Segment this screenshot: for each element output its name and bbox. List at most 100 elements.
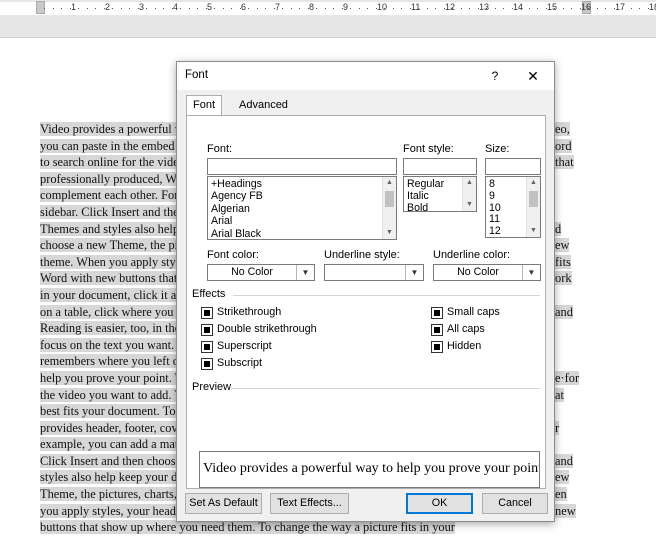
checkbox-box[interactable] bbox=[431, 307, 443, 319]
list-item[interactable]: 9 bbox=[489, 190, 495, 202]
subscript-label: Subscript bbox=[217, 357, 263, 369]
scroll-up-icon[interactable]: ▲ bbox=[463, 177, 476, 189]
document-fragment-text: en bbox=[555, 487, 567, 502]
ruler-dot bbox=[393, 8, 394, 9]
document-line-fragment[interactable]: d bbox=[555, 221, 605, 238]
scroll-down-icon[interactable]: ▼ bbox=[383, 227, 396, 239]
document-line-fragment[interactable]: ew bbox=[555, 237, 605, 254]
document-line-fragment[interactable] bbox=[555, 519, 605, 536]
dialog-titlebar[interactable]: Font ? ✕ bbox=[177, 62, 554, 90]
list-item[interactable]: 10 bbox=[489, 202, 501, 214]
document-line-fragment[interactable]: new bbox=[555, 503, 605, 520]
ruler-dot bbox=[359, 8, 360, 9]
preview-text: Video provides a powerful way to help yo… bbox=[203, 461, 540, 476]
scroll-down-icon[interactable]: ▼ bbox=[463, 199, 476, 211]
font-style-list[interactable]: RegularItalicBoldBold Italic ▲ ▼ bbox=[403, 176, 477, 212]
font-color-dropdown[interactable]: No Color ▼ bbox=[207, 264, 315, 281]
document-line-fragment[interactable] bbox=[555, 337, 605, 354]
document-line-fragment[interactable]: at bbox=[555, 387, 605, 404]
font-list[interactable]: +Headings Agency FB Algerian Arial Arial Bla… bbox=[207, 176, 397, 240]
checkbox-box[interactable] bbox=[431, 341, 443, 353]
document-line-fragment[interactable]: r bbox=[555, 420, 605, 437]
font-list-scrollbar[interactable]: ▲ ▼ bbox=[382, 177, 396, 239]
document-line-fragment[interactable] bbox=[555, 171, 605, 188]
scroll-up-icon[interactable]: ▲ bbox=[527, 177, 540, 189]
size-list-scrollbar[interactable]: ▲ ▼ bbox=[526, 177, 540, 237]
list-item[interactable]: Italic bbox=[407, 190, 429, 202]
document-line-fragment[interactable] bbox=[555, 287, 605, 304]
document-line-fragment[interactable]: ord bbox=[555, 138, 605, 155]
ok-button[interactable]: OK bbox=[406, 493, 473, 514]
effects-label: Effects bbox=[192, 288, 226, 300]
list-item[interactable]: Bold bbox=[407, 202, 428, 211]
scroll-thumb[interactable] bbox=[385, 191, 394, 207]
document-line-fragment[interactable]: eo, bbox=[555, 121, 605, 138]
tab-font[interactable]: Font bbox=[186, 95, 223, 116]
cancel-button[interactable]: Cancel bbox=[482, 493, 548, 514]
checkbox-box[interactable] bbox=[201, 307, 213, 319]
ruler-dot bbox=[486, 8, 487, 9]
underline-color-dropdown[interactable]: No Color ▼ bbox=[433, 264, 541, 281]
scroll-thumb[interactable] bbox=[529, 191, 538, 207]
help-button[interactable]: ? bbox=[485, 66, 505, 86]
document-line-fragment[interactable] bbox=[555, 403, 605, 420]
list-item[interactable]: 11 bbox=[489, 213, 500, 225]
small-caps-label: Small caps bbox=[447, 306, 500, 318]
ruler-dot bbox=[121, 8, 122, 9]
ruler[interactable]: 123456789101112131415161718 bbox=[0, 0, 656, 38]
document-line-fragment[interactable] bbox=[555, 436, 605, 453]
scroll-down-icon[interactable]: ▼ bbox=[527, 225, 540, 237]
list-item[interactable]: 12 bbox=[489, 225, 501, 237]
close-icon[interactable]: ✕ bbox=[522, 66, 544, 86]
list-item[interactable]: Arial Black bbox=[211, 228, 261, 239]
tab-advanced[interactable]: Advanced bbox=[233, 96, 294, 115]
text-effects-button[interactable]: Text Effects... bbox=[270, 493, 349, 514]
size-list[interactable]: 8 9 10 11 12 ▲ ▼ bbox=[485, 176, 541, 238]
document-line-fragment[interactable]: fits bbox=[555, 254, 605, 271]
tab-font-label: Font bbox=[193, 99, 216, 111]
document-line-fragment[interactable]: en bbox=[555, 486, 605, 503]
ruler-dot bbox=[70, 8, 71, 9]
ruler-dot bbox=[95, 8, 96, 9]
list-item[interactable]: Arial bbox=[211, 215, 232, 227]
document-line-fragment[interactable] bbox=[555, 204, 605, 221]
checkbox-box[interactable] bbox=[201, 324, 213, 336]
ruler-dot bbox=[316, 8, 317, 9]
document-line-fragment[interactable] bbox=[555, 353, 605, 370]
size-input[interactable] bbox=[485, 158, 541, 175]
list-item[interactable]: 8 bbox=[489, 178, 495, 190]
checkbox-indeterminate-mark bbox=[204, 344, 210, 350]
list-item[interactable]: Regular bbox=[407, 178, 444, 190]
ruler-strip bbox=[0, 2, 656, 15]
ruler-dot bbox=[580, 8, 581, 9]
superscript-label: Superscript bbox=[217, 340, 272, 352]
document-line-fragment[interactable]: ew bbox=[555, 469, 605, 486]
checkbox-box[interactable] bbox=[201, 358, 213, 370]
document-line-fragment[interactable] bbox=[555, 320, 605, 337]
ruler-dot bbox=[520, 8, 521, 9]
document-fragment-text: ord bbox=[555, 138, 572, 153]
list-item[interactable]: Algerian bbox=[211, 203, 250, 215]
ruler-dot bbox=[231, 8, 232, 9]
document-line-fragment[interactable]: ork bbox=[555, 270, 605, 287]
ruler-number: 4 bbox=[173, 2, 179, 12]
font-style-label: Font style: bbox=[403, 143, 454, 155]
list-item[interactable]: Agency FB bbox=[211, 190, 263, 202]
font-style-input[interactable] bbox=[403, 158, 477, 175]
set-as-default-button[interactable]: Set As Default bbox=[185, 493, 262, 514]
document-line-fragment[interactable]: e·for bbox=[555, 370, 605, 387]
font-input[interactable] bbox=[207, 158, 397, 175]
checkbox-box[interactable] bbox=[201, 341, 213, 353]
document-line-fragment[interactable]: that bbox=[555, 154, 605, 171]
list-item[interactable]: +Headings bbox=[211, 178, 262, 190]
document-line-fragment[interactable]: and bbox=[555, 453, 605, 470]
document-line-fragment[interactable] bbox=[555, 187, 605, 204]
scroll-up-icon[interactable]: ▲ bbox=[383, 177, 396, 189]
underline-style-dropdown[interactable]: ▼ bbox=[324, 264, 424, 281]
style-list-scrollbar[interactable]: ▲ ▼ bbox=[462, 177, 476, 211]
checkbox-box[interactable] bbox=[431, 324, 443, 336]
document-body-right[interactable]: eo, ord that d ew fits ork and e·for at r and ew en ne… bbox=[555, 121, 605, 536]
ruler-dot bbox=[223, 8, 224, 9]
document-line-fragment[interactable]: and bbox=[555, 304, 605, 321]
ruler-dot bbox=[597, 8, 598, 9]
